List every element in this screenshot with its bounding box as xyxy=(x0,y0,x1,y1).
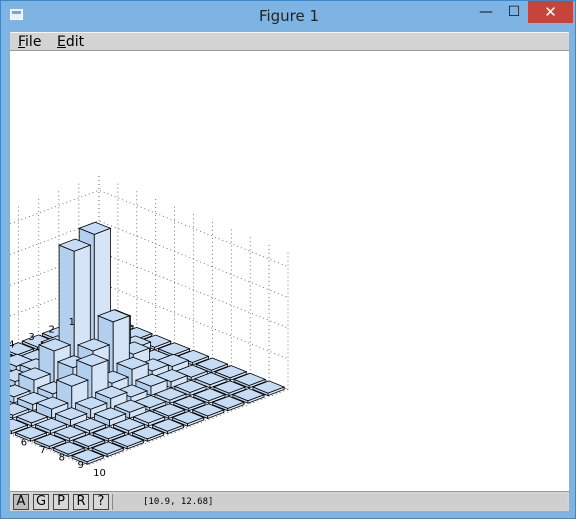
tool-button-help[interactable]: ? xyxy=(93,494,109,510)
tool-button-r[interactable]: R xyxy=(73,494,89,510)
y-tick-label: 4 xyxy=(10,340,15,351)
plot-canvas[interactable]: 0102030401234567891012345678910 xyxy=(0,51,569,491)
cursor-coordinates: [10.9, 12.68] xyxy=(112,494,567,510)
close-button[interactable]: ✕ xyxy=(528,1,573,23)
x-tick-label: 10 xyxy=(93,468,106,479)
maximize-button[interactable]: ☐ xyxy=(500,1,528,23)
bar3-chart: 0102030401234567891012345678910 xyxy=(0,174,289,479)
x-tick-label: 7 xyxy=(40,445,46,456)
x-tick-label: 9 xyxy=(77,460,83,471)
y-tick-label: 3 xyxy=(28,332,34,343)
grid-line xyxy=(0,189,289,268)
y-tick-label: 2 xyxy=(48,324,54,335)
menu-bar: File Edit xyxy=(10,32,569,51)
minimize-button[interactable]: — xyxy=(472,1,500,23)
menu-edit[interactable]: Edit xyxy=(57,34,84,50)
grid-line xyxy=(0,251,289,329)
x-tick-label: 6 xyxy=(21,437,27,448)
grid-line xyxy=(0,220,289,298)
y-tick-label: 1 xyxy=(69,317,75,328)
tool-button-g[interactable]: G xyxy=(33,494,49,510)
status-bar: A G P R? [10.9, 12.68] xyxy=(10,491,569,511)
figure-window: Figure 1 — ☐ ✕ File Edit 010203040123456… xyxy=(0,0,576,519)
menu-file[interactable]: File xyxy=(18,34,41,50)
tool-button-p[interactable]: P xyxy=(53,494,69,510)
tool-button-a[interactable]: A xyxy=(13,494,29,510)
title-bar[interactable]: Figure 1 — ☐ ✕ xyxy=(1,1,576,31)
x-tick-label: 8 xyxy=(59,453,65,464)
